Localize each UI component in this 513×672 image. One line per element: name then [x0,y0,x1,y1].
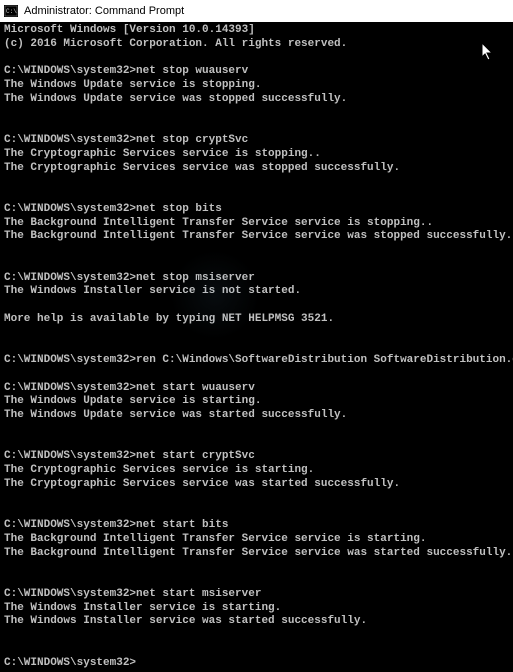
terminal-line [4,629,509,643]
terminal-line: C:\WINDOWS\system32>net stop wuauserv [4,65,509,79]
terminal-line [4,244,509,258]
terminal-line [4,52,509,66]
terminal-line: The Windows Update service is starting. [4,395,509,409]
terminal-line [4,437,509,451]
titlebar[interactable]: C:\ Administrator: Command Prompt [0,0,513,22]
terminal-output[interactable]: Microsoft Windows [Version 10.0.14393](c… [0,22,513,672]
terminal-line: The Background Intelligent Transfer Serv… [4,217,509,231]
terminal-line [4,258,509,272]
terminal-line: C:\WINDOWS\system32>net stop cryptSvc [4,134,509,148]
terminal-line: C:\WINDOWS\system32>net start msiserver [4,588,509,602]
terminal-line: The Windows Installer service was starte… [4,615,509,629]
terminal-line [4,643,509,657]
terminal-line: The Background Intelligent Transfer Serv… [4,533,509,547]
terminal-line: (c) 2016 Microsoft Corporation. All righ… [4,38,509,52]
terminal-line: The Cryptographic Services service was s… [4,478,509,492]
terminal-line [4,189,509,203]
terminal-line: C:\WINDOWS\system32>net start cryptSvc [4,450,509,464]
terminal-line [4,505,509,519]
window-title: Administrator: Command Prompt [24,5,184,17]
terminal-line [4,175,509,189]
terminal-line: C:\WINDOWS\system32>net start bits [4,519,509,533]
terminal-line: The Cryptographic Services service was s… [4,162,509,176]
terminal-line [4,574,509,588]
terminal-line [4,299,509,313]
terminal-line [4,368,509,382]
terminal-line: C:\WINDOWS\system32>net stop msiserver [4,272,509,286]
terminal-line: The Cryptographic Services service is st… [4,464,509,478]
terminal-line: The Windows Update service was stopped s… [4,93,509,107]
terminal-line [4,327,509,341]
terminal-line: C:\WINDOWS\system32>ren C:\Windows\Softw… [4,354,509,368]
terminal-line: C:\WINDOWS\system32>net stop bits [4,203,509,217]
terminal-line [4,423,509,437]
terminal-line: The Cryptographic Services service is st… [4,148,509,162]
terminal-line [4,560,509,574]
terminal-line: The Windows Installer service is startin… [4,602,509,616]
svg-text:C:\: C:\ [6,8,17,15]
terminal-line: C:\WINDOWS\system32> [4,657,509,671]
terminal-line: More help is available by typing NET HEL… [4,313,509,327]
terminal-line: The Background Intelligent Transfer Serv… [4,547,509,561]
terminal-line [4,492,509,506]
terminal-line: The Windows Update service is stopping. [4,79,509,93]
terminal-line: Microsoft Windows [Version 10.0.14393] [4,24,509,38]
terminal-line [4,340,509,354]
terminal-line [4,120,509,134]
terminal-line: C:\WINDOWS\system32>net start wuauserv [4,382,509,396]
terminal-line [4,107,509,121]
cmd-icon: C:\ [4,5,18,17]
terminal-line: The Windows Installer service is not sta… [4,285,509,299]
terminal-line: The Background Intelligent Transfer Serv… [4,230,509,244]
terminal-line: The Windows Update service was started s… [4,409,509,423]
